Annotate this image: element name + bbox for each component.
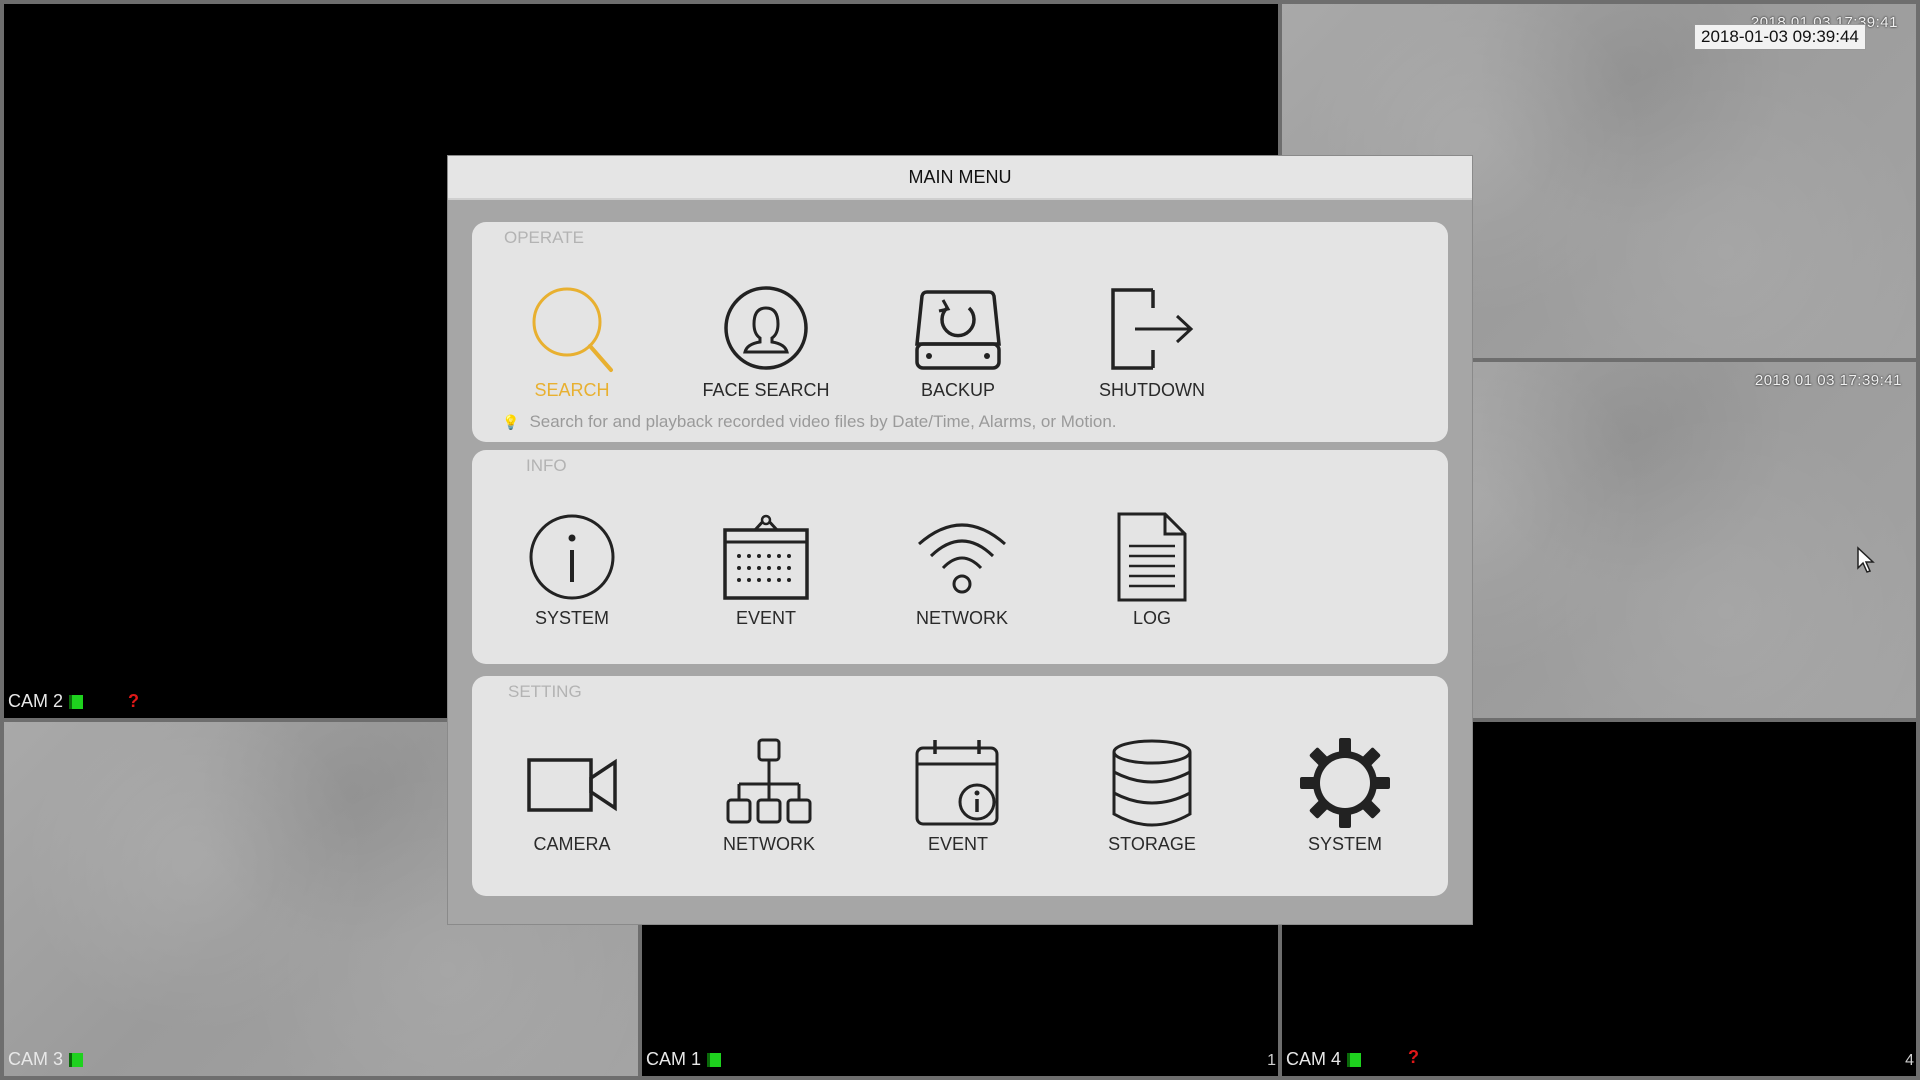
setting-system-tile[interactable]: SYSTEM: [1260, 738, 1430, 855]
hint-line: 💡 Search for and playback recorded video…: [502, 412, 1117, 432]
camera-label: CAMERA: [533, 834, 611, 854]
setting-system-label: SYSTEM: [1307, 834, 1382, 854]
backup-tile[interactable]: BACKUP: [873, 284, 1043, 401]
cam1-label: CAM 1: [646, 1049, 722, 1070]
record-indicator-icon: [69, 694, 84, 709]
setting-group: SETTING CAMERA NETWORK EVENT STORAGE SYS…: [472, 676, 1448, 896]
log-tile[interactable]: LOG: [1067, 512, 1237, 629]
info-event-label: EVENT: [735, 608, 796, 628]
face-search-label: FACE SEARCH: [702, 380, 830, 400]
shutdown-label: SHUTDOWN: [1099, 380, 1205, 400]
search-label: SEARCH: [534, 380, 610, 400]
cam3-name: CAM 3: [8, 1049, 64, 1069]
info-event-tile[interactable]: EVENT: [681, 512, 851, 629]
alert-icon: ?: [128, 691, 139, 711]
timestamp: 2018 01 03 17:39:41: [1754, 372, 1902, 389]
search-tile[interactable]: SEARCH: [487, 284, 657, 401]
event-board-icon: [723, 514, 809, 600]
camera-icon: [527, 758, 617, 812]
calendar-info-icon: [915, 740, 999, 826]
mouse-cursor-icon: [1857, 546, 1875, 573]
info-network-label: NETWORK: [916, 608, 1008, 628]
dialog-title: MAIN MENU: [448, 156, 1472, 200]
database-icon: [1112, 739, 1192, 827]
record-indicator-icon: [1347, 1052, 1362, 1067]
backup-drive-icon: [915, 290, 1001, 370]
logout-icon: [1111, 288, 1194, 370]
timestamp-box: 2018-01-03 09:39:44: [1694, 24, 1866, 50]
wifi-icon: [918, 523, 1006, 594]
camera-tile[interactable]: CAMERA: [487, 738, 657, 855]
channel-number: 4: [1905, 1052, 1914, 1069]
backup-label: BACKUP: [920, 380, 996, 400]
info-group-title: INFO: [526, 456, 567, 475]
alert-icon: ?: [1408, 1047, 1419, 1067]
info-icon: [529, 514, 615, 600]
setting-event-label: EVENT: [927, 834, 988, 854]
face-icon: [724, 286, 808, 370]
main-menu-dialog: MAIN MENU OPERATE SEARCH FACE SEARCH BAC…: [448, 156, 1472, 924]
record-indicator-icon: [707, 1052, 722, 1067]
cam2-name: CAM 2: [8, 691, 64, 711]
operate-group-title: OPERATE: [504, 228, 584, 247]
log-label: LOG: [1132, 608, 1171, 628]
cam1-name: CAM 1: [646, 1049, 702, 1069]
channel-number: 1: [1267, 1052, 1276, 1069]
face-search-tile[interactable]: FACE SEARCH: [681, 284, 851, 401]
info-group: INFO SYSTEM EVENT NETWORK LOG: [472, 450, 1448, 664]
storage-tile[interactable]: STORAGE: [1067, 738, 1237, 855]
info-network-tile[interactable]: NETWORK: [877, 512, 1047, 629]
magnifier-icon: [532, 287, 613, 372]
cam3-label: CAM 3: [8, 1049, 84, 1070]
cam2-label: CAM 2: [8, 691, 84, 712]
lightbulb-icon: 💡: [502, 413, 520, 430]
storage-label: STORAGE: [1108, 834, 1196, 854]
hint-text: Search for and playback recorded video f…: [529, 412, 1117, 431]
setting-network-tile[interactable]: NETWORK: [684, 738, 854, 855]
info-system-tile[interactable]: SYSTEM: [487, 512, 657, 629]
shutdown-tile[interactable]: SHUTDOWN: [1067, 284, 1237, 401]
cam4-name: CAM 4: [1286, 1049, 1342, 1069]
cam4-label: CAM 4: [1286, 1049, 1362, 1070]
setting-network-label: NETWORK: [723, 834, 815, 854]
operate-group: OPERATE SEARCH FACE SEARCH BACKUP SHUTDO…: [472, 222, 1448, 442]
setting-group-title: SETTING: [508, 682, 582, 701]
setting-event-tile[interactable]: EVENT: [873, 738, 1043, 855]
info-system-label: SYSTEM: [534, 608, 609, 628]
record-indicator-icon: [69, 1052, 84, 1067]
document-icon: [1117, 512, 1187, 602]
gear-icon: [1300, 738, 1390, 828]
network-tree-icon: [726, 738, 812, 824]
